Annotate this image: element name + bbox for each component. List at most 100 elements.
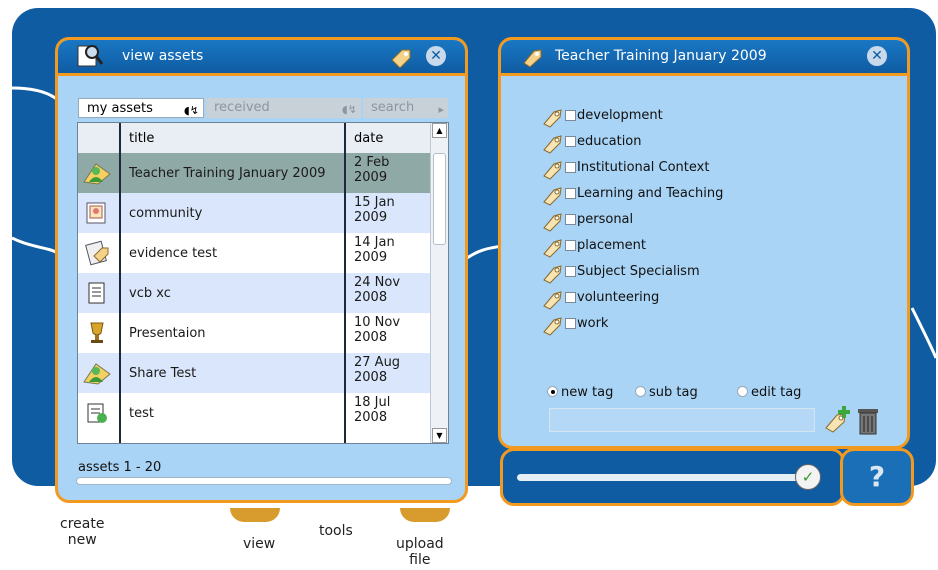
radio-dot bbox=[635, 386, 646, 397]
column-header-title[interactable]: title bbox=[129, 131, 154, 146]
row-title: Presentaion bbox=[129, 325, 206, 341]
tag-checkbox[interactable] bbox=[565, 318, 576, 329]
tag-item[interactable]: education bbox=[541, 132, 841, 154]
share-people-icon bbox=[83, 363, 111, 385]
tag-checkbox[interactable] bbox=[565, 292, 576, 303]
table-row[interactable]: Share Test 27 Aug 2008 bbox=[78, 353, 430, 393]
row-date: 15 Jan 2009 bbox=[354, 195, 395, 225]
nav-create-new[interactable]: create new bbox=[60, 516, 104, 548]
tag-checkbox[interactable] bbox=[565, 188, 576, 199]
tag-icon bbox=[543, 135, 562, 154]
tag-label: personal bbox=[577, 212, 634, 227]
column-divider bbox=[119, 123, 121, 443]
tags-header: Teacher Training January 2009 ✕ bbox=[501, 40, 907, 76]
tag-item[interactable]: personal bbox=[541, 210, 841, 232]
tag-checkbox[interactable] bbox=[565, 162, 576, 173]
tag-item[interactable]: volunteering bbox=[541, 288, 841, 310]
document-icon bbox=[88, 282, 105, 304]
assets-scroll-bar[interactable] bbox=[76, 477, 452, 485]
row-date: 10 Nov 2008 bbox=[354, 315, 401, 345]
close-button[interactable]: ✕ bbox=[867, 46, 887, 66]
tab-label: search bbox=[371, 100, 415, 115]
column-divider bbox=[344, 123, 346, 443]
tag-label: education bbox=[577, 134, 642, 149]
window-title: view assets bbox=[122, 48, 204, 64]
window-title: Teacher Training January 2009 bbox=[555, 48, 767, 64]
help-button[interactable]: ? bbox=[840, 448, 914, 506]
row-date: 24 Nov 2008 bbox=[354, 275, 401, 305]
tab-my-assets[interactable]: my assets ◖↯ bbox=[78, 98, 204, 118]
radio-new-tag[interactable]: new tag bbox=[547, 385, 613, 400]
nav-upload-file[interactable]: upload file bbox=[396, 536, 444, 568]
tag-label: work bbox=[577, 316, 609, 331]
trash-icon[interactable] bbox=[855, 406, 881, 436]
view-pod[interactable] bbox=[230, 508, 280, 522]
tag-icon bbox=[523, 49, 542, 68]
confirm-check-icon[interactable]: ✓ bbox=[795, 464, 821, 490]
tag-checkbox[interactable] bbox=[565, 214, 576, 225]
radio-edit-tag[interactable]: edit tag bbox=[737, 385, 801, 400]
tag-checkbox[interactable] bbox=[565, 266, 576, 277]
tag-item[interactable]: development bbox=[541, 106, 841, 128]
close-button[interactable]: ✕ bbox=[426, 46, 446, 66]
picture-icon bbox=[86, 202, 106, 224]
upload-pod[interactable] bbox=[400, 508, 450, 522]
tag-item[interactable]: Learning and Teaching bbox=[541, 184, 841, 206]
tag-label: development bbox=[577, 108, 663, 123]
share-icon: ◖↯ bbox=[183, 104, 199, 117]
tag-item[interactable]: placement bbox=[541, 236, 841, 258]
table-row[interactable]: evidence test 14 Jan 2009 bbox=[78, 233, 430, 273]
assets-table: title date Teacher Training January 2009… bbox=[77, 122, 449, 444]
radio-label: new tag bbox=[561, 385, 614, 400]
tag-icon bbox=[543, 291, 562, 310]
tag-icon[interactable] bbox=[388, 46, 412, 68]
row-title: test bbox=[129, 405, 154, 421]
scroll-down-arrow-icon[interactable]: ▼ bbox=[432, 428, 447, 443]
tag-icon bbox=[543, 109, 562, 128]
table-row[interactable]: Presentaion 10 Nov 2008 bbox=[78, 313, 430, 353]
row-title: Share Test bbox=[129, 365, 197, 381]
nav-view[interactable]: view bbox=[243, 536, 275, 552]
tag-label: placement bbox=[577, 238, 646, 253]
magnifier-icon bbox=[77, 45, 104, 67]
tag-checkbox[interactable] bbox=[565, 110, 576, 121]
radio-dot bbox=[737, 386, 748, 397]
table-row[interactable]: test 18 Jul 2008 bbox=[78, 393, 430, 433]
arrow-icon: ▸ bbox=[438, 103, 444, 116]
slider-track[interactable] bbox=[517, 474, 817, 481]
radio-sub-tag[interactable]: sub tag bbox=[635, 385, 698, 400]
tag-icon bbox=[543, 239, 562, 258]
tab-received[interactable]: received ◖↯ bbox=[206, 98, 361, 118]
tag-item[interactable]: Subject Specialism bbox=[541, 262, 841, 284]
table-scrollbar[interactable]: ▲ ▼ bbox=[430, 123, 448, 443]
tag-checkbox[interactable] bbox=[565, 136, 576, 147]
tag-icon bbox=[543, 161, 562, 180]
tag-label: volunteering bbox=[577, 290, 660, 305]
tag-item[interactable]: work bbox=[541, 314, 841, 336]
tag-item[interactable]: Institutional Context bbox=[541, 158, 841, 180]
tag-name-input[interactable] bbox=[549, 408, 815, 432]
row-title: evidence test bbox=[129, 245, 218, 261]
tag-icon bbox=[543, 265, 562, 284]
radio-dot bbox=[547, 386, 558, 397]
table-row[interactable]: community 15 Jan 2009 bbox=[78, 193, 430, 233]
tag-label: Learning and Teaching bbox=[577, 186, 724, 201]
tab-search[interactable]: search ▸ bbox=[363, 98, 448, 118]
scroll-thumb[interactable] bbox=[433, 153, 446, 245]
table-row[interactable]: vcb xc 24 Nov 2008 bbox=[78, 273, 430, 313]
nav-tools[interactable]: tools bbox=[319, 523, 353, 539]
share-icon: ◖↯ bbox=[341, 103, 357, 116]
tab-label: received bbox=[214, 100, 270, 115]
tag-icon bbox=[543, 213, 562, 232]
evidence-tag-icon bbox=[85, 240, 109, 266]
row-title: vcb xc bbox=[129, 285, 171, 301]
column-header-date[interactable]: date bbox=[354, 131, 383, 146]
table-row[interactable]: Teacher Training January 2009 2 Feb 2009 bbox=[78, 153, 430, 193]
tag-checkbox[interactable] bbox=[565, 240, 576, 251]
row-date: 27 Aug 2008 bbox=[354, 355, 401, 385]
add-tag-icon[interactable] bbox=[823, 404, 851, 434]
scroll-up-arrow-icon[interactable]: ▲ bbox=[432, 123, 447, 138]
view-assets-header: view assets ✕ bbox=[58, 40, 465, 76]
row-date: 18 Jul 2008 bbox=[354, 395, 391, 425]
tab-label: my assets bbox=[87, 101, 153, 116]
